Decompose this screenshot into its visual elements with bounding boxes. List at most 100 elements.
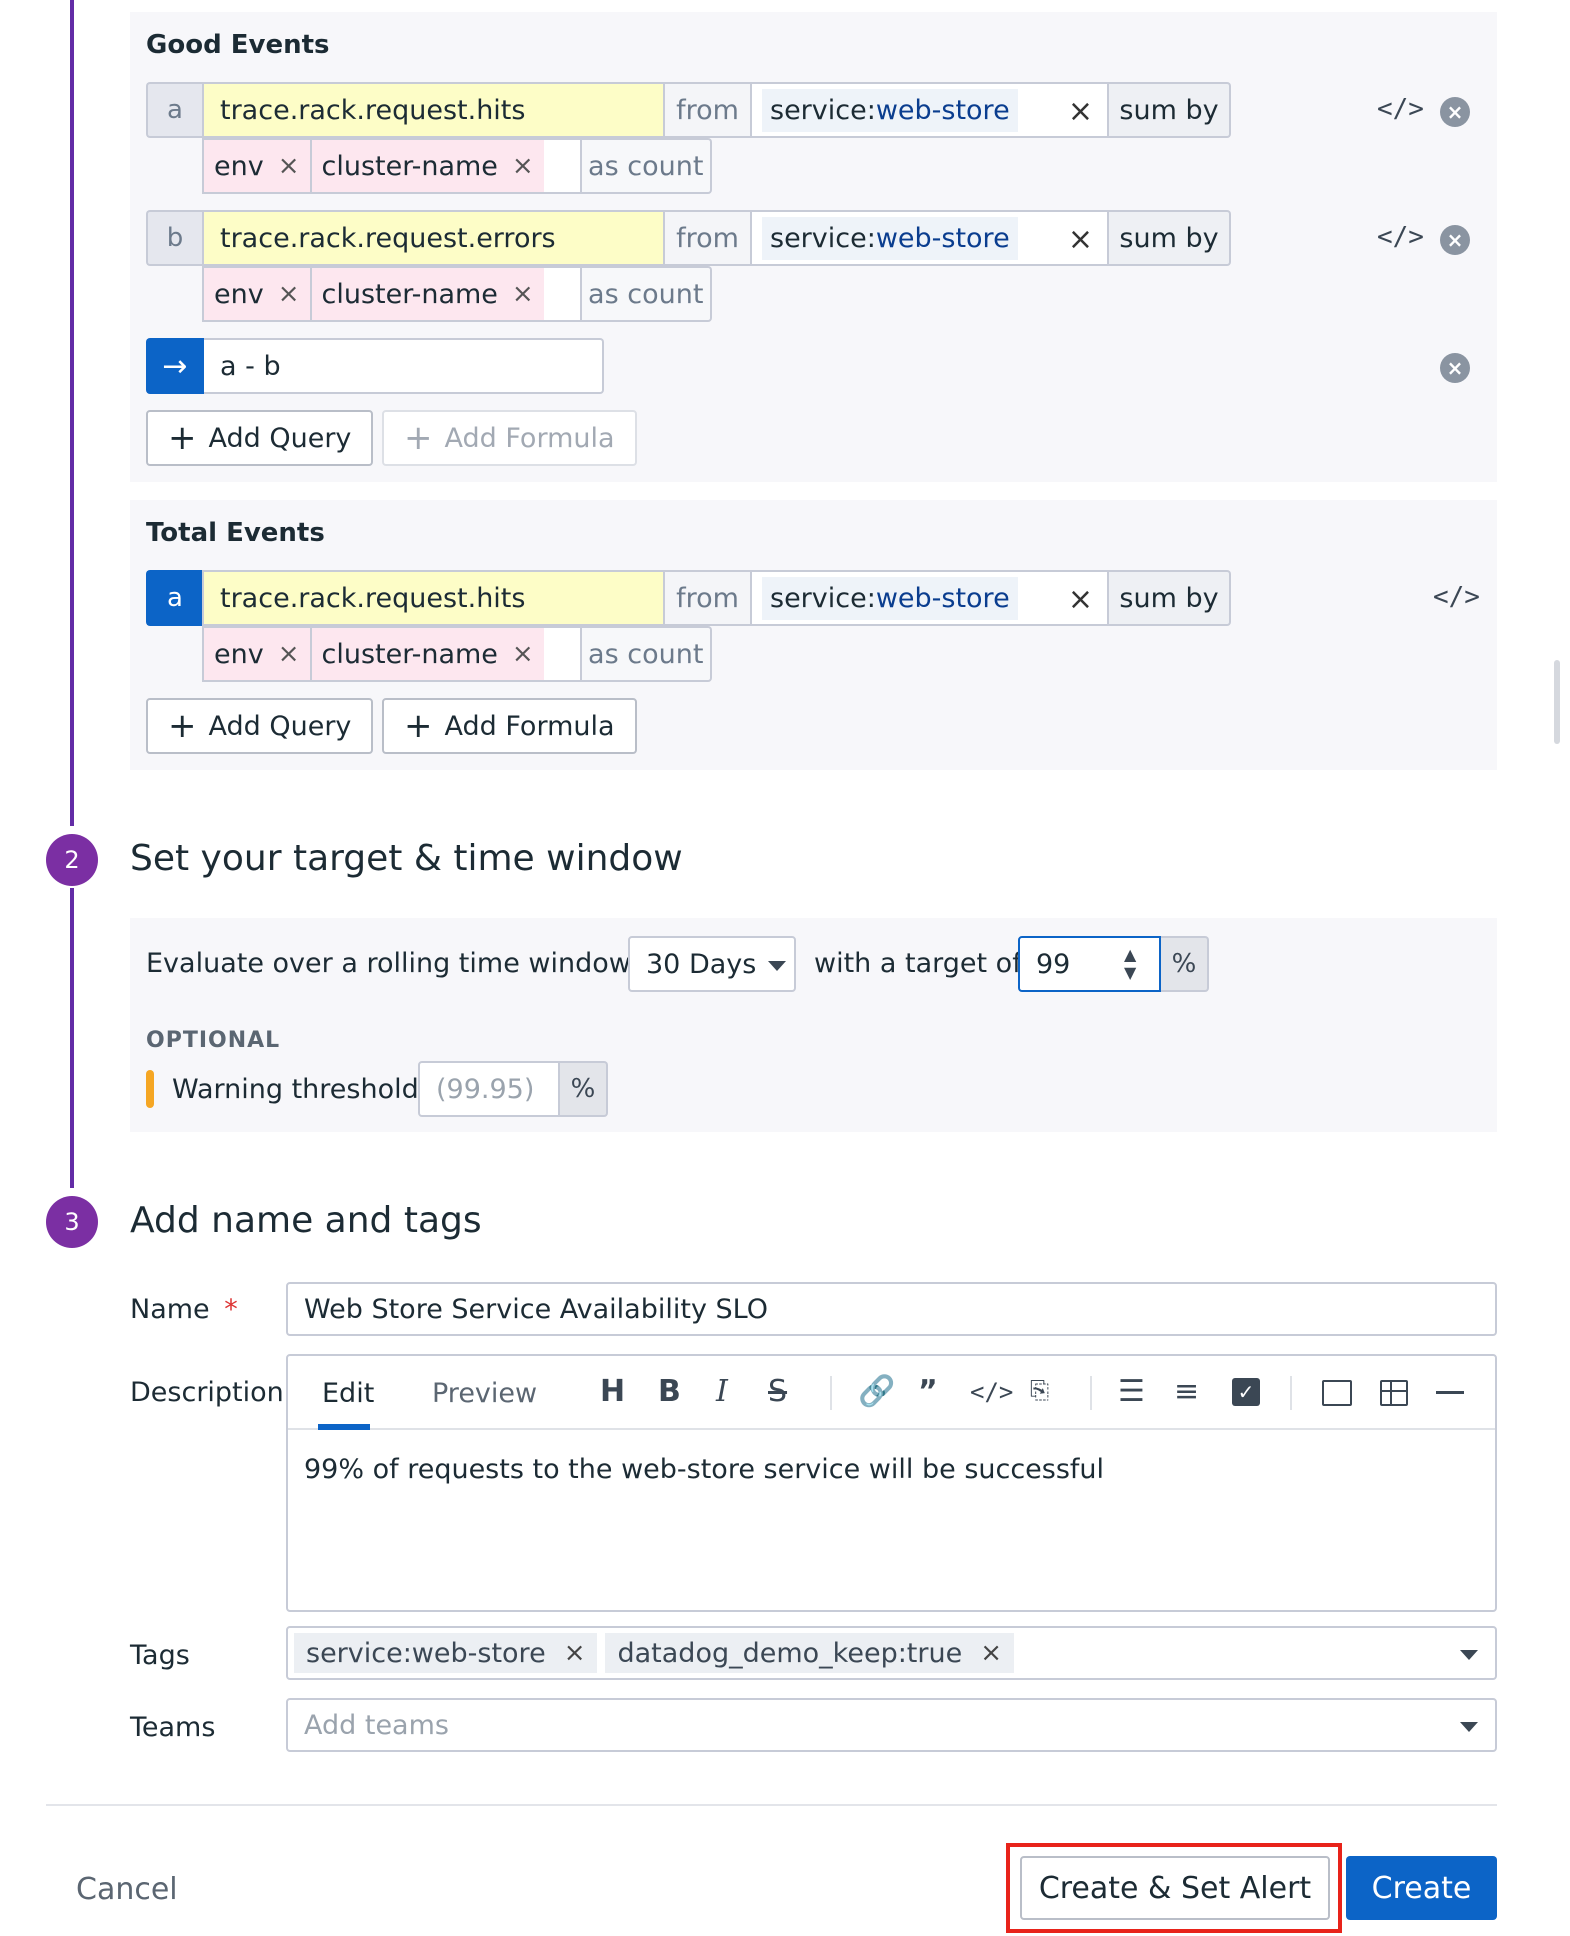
group-tag-label: cluster-name [321,638,498,670]
numbered-list-icon[interactable]: ≡ [1174,1374,1199,1409]
remove-tag-icon[interactable]: × [512,639,534,669]
time-window-value: 30 Days [646,948,757,980]
image-icon[interactable] [1322,1380,1352,1406]
horizontal-rule-icon[interactable] [1436,1391,1464,1394]
add-query-label: Add Query [208,710,352,742]
code-block-icon[interactable]: ⎘ [1030,1376,1049,1404]
chevron-down-icon[interactable] [1460,1650,1478,1660]
as-count-select[interactable]: as count [581,626,712,682]
plus-icon: + [404,418,433,458]
clear-scope-icon[interactable]: × [1068,94,1093,129]
code-icon[interactable]: </> [1377,222,1424,252]
as-count-select[interactable]: as count [581,266,712,322]
total-events-title: Total Events [146,518,325,548]
group-input[interactable] [543,266,582,322]
code-icon[interactable]: </> [970,1378,1013,1406]
query-letter[interactable]: a [146,570,202,626]
clear-scope-icon[interactable]: × [1068,582,1093,617]
scrollbar-thumb[interactable] [1554,660,1560,744]
scope-input[interactable]: service:web-store × [752,82,1109,138]
link-icon[interactable]: 🔗 [858,1374,895,1409]
aggregation-select[interactable]: sum by [1109,570,1231,626]
scope-key: service: [770,582,876,614]
scope-key: service: [770,222,876,254]
aggregation-select[interactable]: sum by [1109,210,1231,266]
teams-input[interactable]: Add teams [286,1698,1497,1752]
code-icon[interactable]: </> [1433,582,1480,612]
code-icon[interactable]: </> [1377,94,1424,124]
add-formula-button[interactable]: + Add Formula [382,698,637,754]
add-query-button[interactable]: + Add Query [146,410,374,466]
create-and-set-alert-button[interactable]: Create & Set Alert [1020,1856,1330,1920]
plus-icon: + [404,706,433,746]
target-input[interactable]: 99 ▲ ▼ [1018,936,1161,992]
metric-input[interactable]: trace.rack.request.hits [202,570,665,626]
metric-input[interactable]: trace.rack.request.errors [202,210,665,266]
formula-input[interactable]: a - b [204,338,604,394]
metric-input[interactable]: trace.rack.request.hits [202,82,665,138]
remove-tag-icon[interactable]: × [278,151,300,181]
total-query-a: a trace.rack.request.hits from service:w… [146,570,1231,626]
tab-preview[interactable]: Preview [432,1378,537,1409]
query-letter[interactable]: b [146,210,202,266]
add-query-button[interactable]: + Add Query [146,698,374,754]
remove-tag-icon[interactable]: × [512,279,534,309]
evaluate-label: Evaluate over a rolling time window of [146,948,666,979]
warning-threshold-input[interactable]: (99.95) [418,1061,560,1117]
remove-query-icon[interactable]: × [1440,225,1470,255]
group-tag-env[interactable]: env × [202,138,310,194]
target-panel: Evaluate over a rolling time window of 3… [130,918,1497,1132]
time-window-select[interactable]: 30 Days [628,936,796,992]
clear-scope-icon[interactable]: × [1068,222,1093,257]
tags-input[interactable]: service:web-store × datadog_demo_keep:tru… [286,1626,1497,1680]
from-label: from [665,210,752,266]
group-input[interactable] [543,138,582,194]
checkbox-icon[interactable]: ✓ [1232,1378,1260,1406]
remove-formula-icon[interactable]: × [1440,353,1470,383]
scope-key: service: [770,94,876,126]
step-2-badge: 2 [46,834,98,886]
heading-icon[interactable]: H [600,1374,625,1409]
cancel-button[interactable]: Cancel [76,1872,178,1907]
group-tag-cluster-name[interactable]: cluster-name × [309,266,544,322]
chevron-down-icon[interactable] [1460,1722,1478,1732]
scope-value: web-store [875,582,1010,614]
strikethrough-icon[interactable]: S [768,1374,787,1409]
aggregation-select[interactable]: sum by [1109,82,1231,138]
remove-tag-icon[interactable]: × [278,279,300,309]
tag-chip[interactable]: service:web-store × [294,1633,598,1673]
chevron-down-icon [768,961,786,971]
scope-input[interactable]: service:web-store × [752,210,1109,266]
italic-icon[interactable]: I [716,1374,728,1409]
bold-icon[interactable]: B [658,1374,681,1409]
scope-input[interactable]: service:web-store × [752,570,1109,626]
quote-icon[interactable]: ” [918,1374,938,1409]
remove-tag-icon[interactable]: × [512,151,534,181]
remove-tag-icon[interactable]: × [564,1638,586,1668]
group-tag-env[interactable]: env × [202,626,310,682]
query-letter[interactable]: a [146,82,202,138]
add-formula-button[interactable]: + Add Formula [382,410,637,466]
stepper-icon[interactable]: ▲ ▼ [1124,946,1136,982]
bullet-list-icon[interactable]: ☰ [1118,1374,1145,1409]
group-tag-cluster-name[interactable]: cluster-name × [309,138,544,194]
table-icon[interactable] [1380,1380,1408,1406]
description-text[interactable]: 99% of requests to the web-store service… [304,1454,1104,1485]
tag-chip-label: service:web-store [306,1637,546,1669]
remove-query-icon[interactable]: × [1440,97,1470,127]
remove-tag-icon[interactable]: × [980,1638,1002,1668]
name-input[interactable]: Web Store Service Availability SLO [286,1282,1497,1336]
tag-chip[interactable]: datadog_demo_keep:true × [605,1633,1015,1673]
target-label: with a target of [814,948,1022,979]
tag-chip-label: datadog_demo_keep:true [617,1637,963,1669]
group-tag-env[interactable]: env × [202,266,310,322]
group-tag-cluster-name[interactable]: cluster-name × [309,626,544,682]
create-button[interactable]: Create [1346,1856,1497,1920]
as-count-select[interactable]: as count [581,138,712,194]
remove-tag-icon[interactable]: × [278,639,300,669]
group-input[interactable] [543,626,582,682]
tab-edit[interactable]: Edit [322,1378,374,1409]
toolbar-divider [1290,1376,1292,1410]
description-label: Description [130,1377,284,1408]
plus-icon: + [168,418,197,458]
